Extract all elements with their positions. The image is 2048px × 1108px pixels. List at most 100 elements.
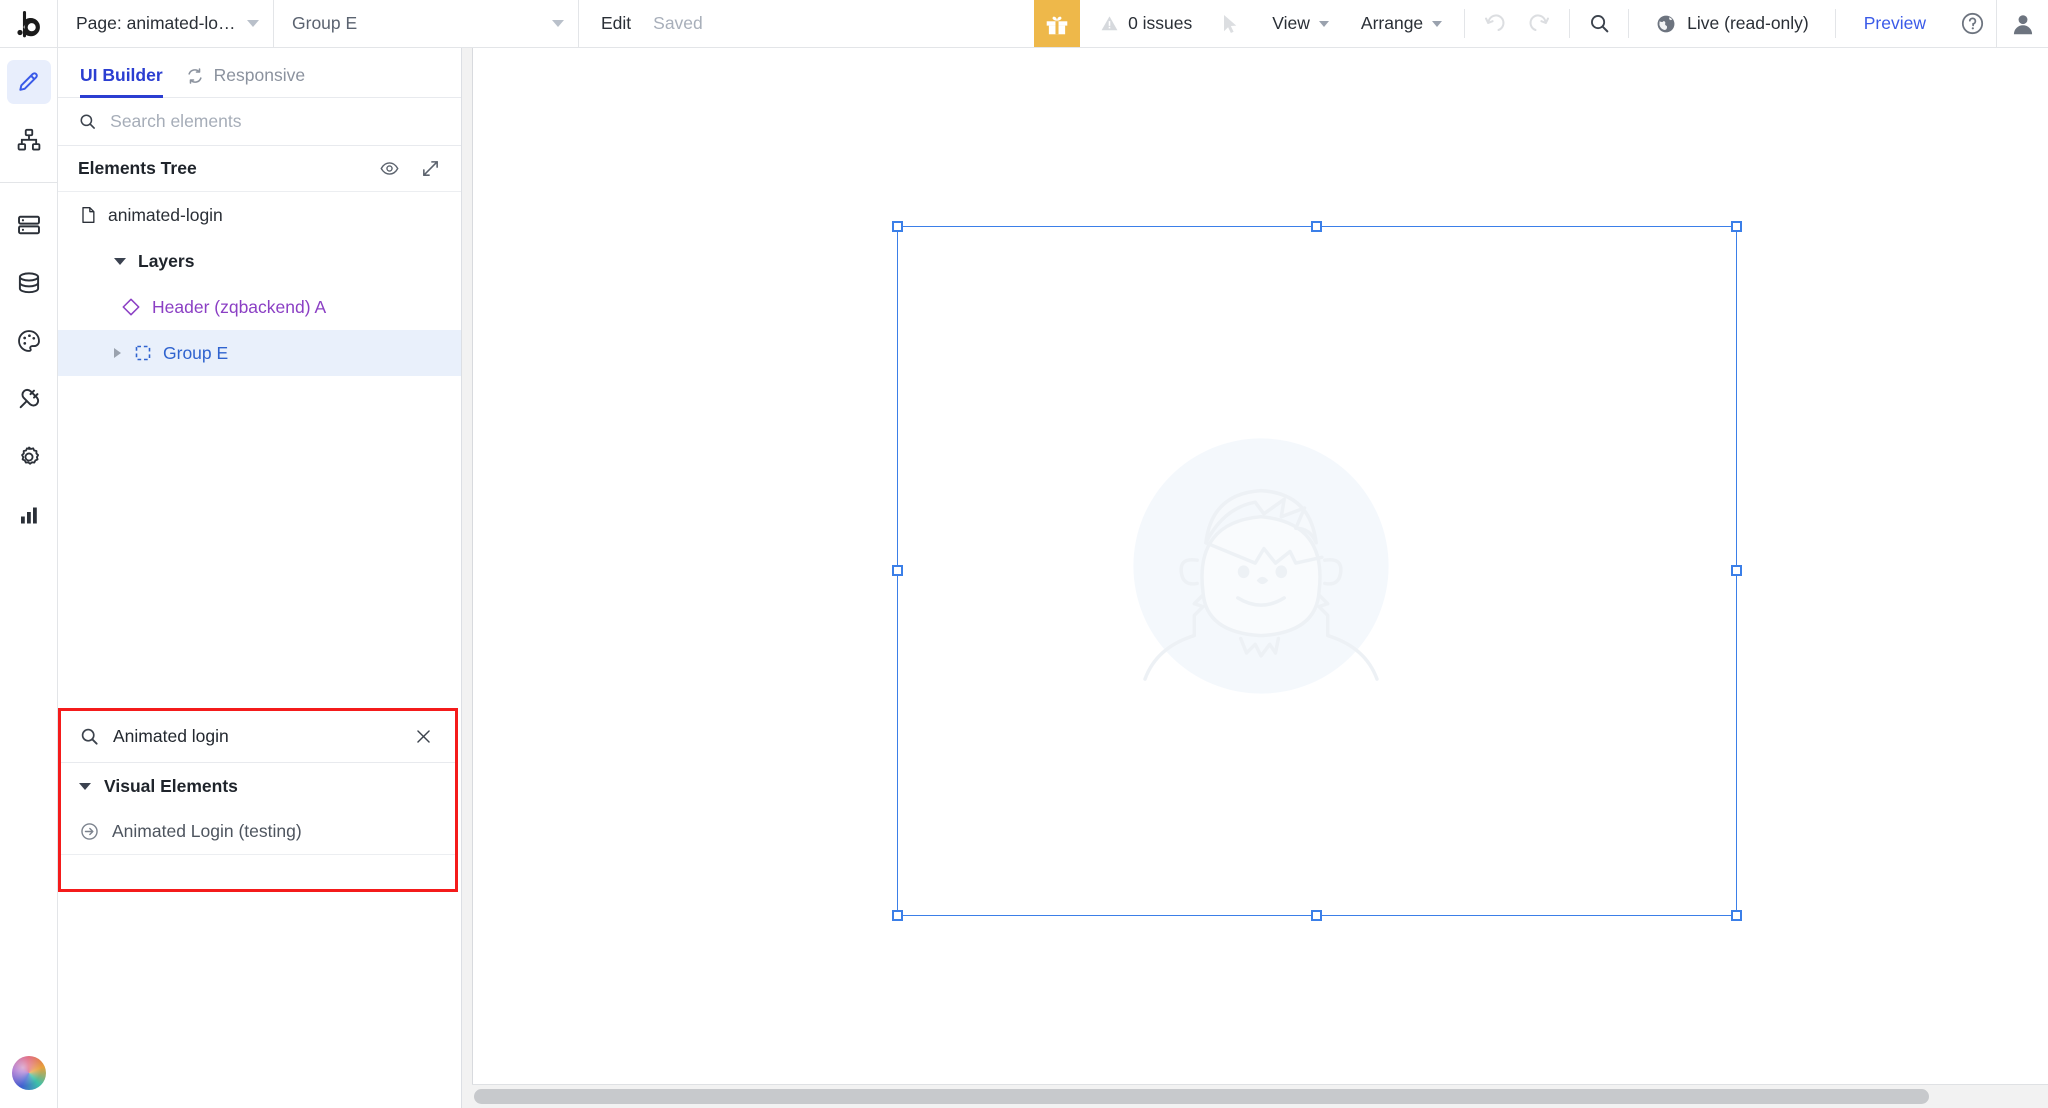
- search-icon: [1590, 15, 1609, 33]
- resize-handle-middle-left[interactable]: [892, 565, 903, 576]
- rail-item-styles[interactable]: [7, 319, 51, 363]
- toolbar-divider: [1569, 9, 1571, 38]
- arrange-menu[interactable]: Arrange: [1345, 0, 1458, 47]
- edit-button[interactable]: Edit: [601, 13, 631, 34]
- user-avatar-icon: [2013, 14, 2032, 34]
- user-avatar-button[interactable]: [1996, 0, 2048, 47]
- canvas-area: [462, 48, 2048, 1108]
- resize-handle-bottom-right[interactable]: [1731, 910, 1742, 921]
- gift-button[interactable]: [1034, 0, 1081, 47]
- search-elements-field[interactable]: [58, 98, 461, 146]
- popup-item-label: Animated Login (testing): [112, 821, 302, 841]
- top-toolbar: Page: animated-login Group E Edit Saved: [0, 0, 2048, 48]
- tab-responsive-label: Responsive: [213, 65, 306, 85]
- toolbar-divider: [1834, 9, 1836, 38]
- redo-icon: [1529, 13, 1550, 31]
- question-circle-icon: [1961, 12, 1983, 35]
- resize-handle-middle-right[interactable]: [1731, 565, 1742, 576]
- elements-panel: UI Builder Responsive Search elements El…: [58, 48, 462, 1108]
- tree-item-header-label: Header (zqbackend) A: [152, 296, 327, 317]
- tree-item-group-e[interactable]: Group E: [58, 330, 461, 376]
- rail-item-database[interactable]: [7, 261, 51, 305]
- search-icon: [81, 728, 98, 745]
- editor-body: UI Builder Responsive Search elements El…: [0, 48, 2048, 1108]
- live-version-button[interactable]: Live (read-only): [1635, 0, 1829, 47]
- rail-item-design-pencil[interactable]: [6, 60, 51, 104]
- caret-down-icon: [114, 257, 126, 265]
- popup-search-input[interactable]: [113, 726, 397, 747]
- popup-search-field[interactable]: [61, 711, 455, 763]
- caret-down-icon: [79, 782, 91, 790]
- canvas-horizontal-scrollbar[interactable]: [472, 1084, 2048, 1108]
- undo-icon: [1485, 13, 1505, 31]
- expand-diagonal-icon[interactable]: [420, 158, 441, 179]
- saved-status: Saved: [653, 13, 703, 33]
- popup-item-animated-login[interactable]: Animated Login (testing): [61, 809, 455, 855]
- popup-group-visual-elements[interactable]: Visual Elements: [61, 763, 455, 809]
- element-selector-label: Group E: [292, 13, 358, 33]
- element-search-popup: Visual Elements Animated Login (testing): [58, 708, 458, 892]
- toolbar-divider: [1464, 9, 1466, 38]
- tree-item-page[interactable]: animated-login: [58, 192, 461, 238]
- resize-handle-top-center[interactable]: [1311, 221, 1322, 232]
- tree-item-group-e-label: Group E: [163, 342, 229, 363]
- toolbar-divider: [1628, 9, 1630, 38]
- close-x-icon[interactable]: [410, 723, 437, 750]
- resize-handle-bottom-left[interactable]: [892, 910, 903, 921]
- element-selector[interactable]: Group E: [274, 0, 579, 47]
- rail-item-data-tables[interactable]: [7, 203, 51, 247]
- pencil-icon: [18, 72, 38, 91]
- bubble-editor-window: Page: animated-login Group E Edit Saved: [0, 0, 2048, 1108]
- pointer-tool-button[interactable]: [1208, 0, 1256, 47]
- help-button[interactable]: [1948, 0, 1996, 47]
- redo-button[interactable]: [1517, 0, 1563, 47]
- page-selector[interactable]: Page: animated-login: [58, 0, 274, 47]
- rail-item-plugins[interactable]: [7, 377, 51, 421]
- preview-label: Preview: [1863, 13, 1926, 33]
- elements-tree-header-actions: [379, 158, 441, 179]
- globe-icon: [1657, 15, 1675, 32]
- caret-right-icon[interactable]: [114, 348, 121, 358]
- elements-tree-header: Elements Tree: [58, 146, 461, 192]
- page-selector-label: Page: animated-login: [76, 13, 237, 33]
- bubble-b-logo-glyph: [16, 10, 40, 37]
- scrollbar-thumb[interactable]: [474, 1089, 1929, 1104]
- eye-icon[interactable]: [379, 158, 400, 179]
- arrange-menu-label: Arrange: [1360, 13, 1424, 33]
- chevron-down-icon: [1318, 20, 1329, 27]
- search-button[interactable]: [1576, 0, 1622, 47]
- tree-item-page-label: animated-login: [108, 204, 223, 225]
- search-elements-input[interactable]: [110, 111, 441, 132]
- tab-responsive[interactable]: Responsive: [185, 65, 305, 98]
- popup-group-label: Visual Elements: [104, 775, 238, 796]
- preview-button[interactable]: Preview: [1842, 0, 1948, 47]
- rail-item-settings[interactable]: [7, 435, 51, 479]
- tab-ui-builder[interactable]: UI Builder: [80, 65, 163, 98]
- undo-button[interactable]: [1471, 0, 1517, 47]
- app-avatar-icon[interactable]: [11, 1056, 46, 1090]
- tab-ui-builder-label: UI Builder: [80, 65, 163, 85]
- sync-arrows-icon: [188, 67, 202, 84]
- palette-icon: [17, 330, 40, 352]
- login-arrow-icon: [81, 823, 98, 840]
- tree-item-header-zqbackend-a[interactable]: Header (zqbackend) A: [58, 284, 461, 330]
- rail-item-logs[interactable]: [7, 493, 51, 537]
- resize-handle-bottom-center[interactable]: [1311, 910, 1322, 921]
- chevron-down-icon: [1432, 20, 1443, 27]
- gift-icon: [1046, 16, 1068, 34]
- bubble-b-logo[interactable]: [0, 0, 58, 47]
- popup-footer: [61, 855, 455, 889]
- view-menu-label: View: [1272, 13, 1310, 33]
- view-menu[interactable]: View: [1256, 0, 1345, 47]
- file-icon: [82, 207, 95, 223]
- rail-item-workflow[interactable]: [7, 118, 51, 162]
- database-icon: [18, 272, 39, 294]
- page-canvas[interactable]: [472, 48, 2048, 1084]
- selection-box[interactable]: [892, 221, 1742, 921]
- chevron-down-icon: [552, 20, 564, 27]
- resize-handle-top-right[interactable]: [1731, 221, 1742, 232]
- issues-button[interactable]: 0 issues: [1080, 0, 1208, 47]
- resize-handle-top-left[interactable]: [892, 221, 903, 232]
- tree-group-layers[interactable]: Layers: [58, 238, 461, 284]
- mouse-pointer-icon: [1224, 14, 1237, 33]
